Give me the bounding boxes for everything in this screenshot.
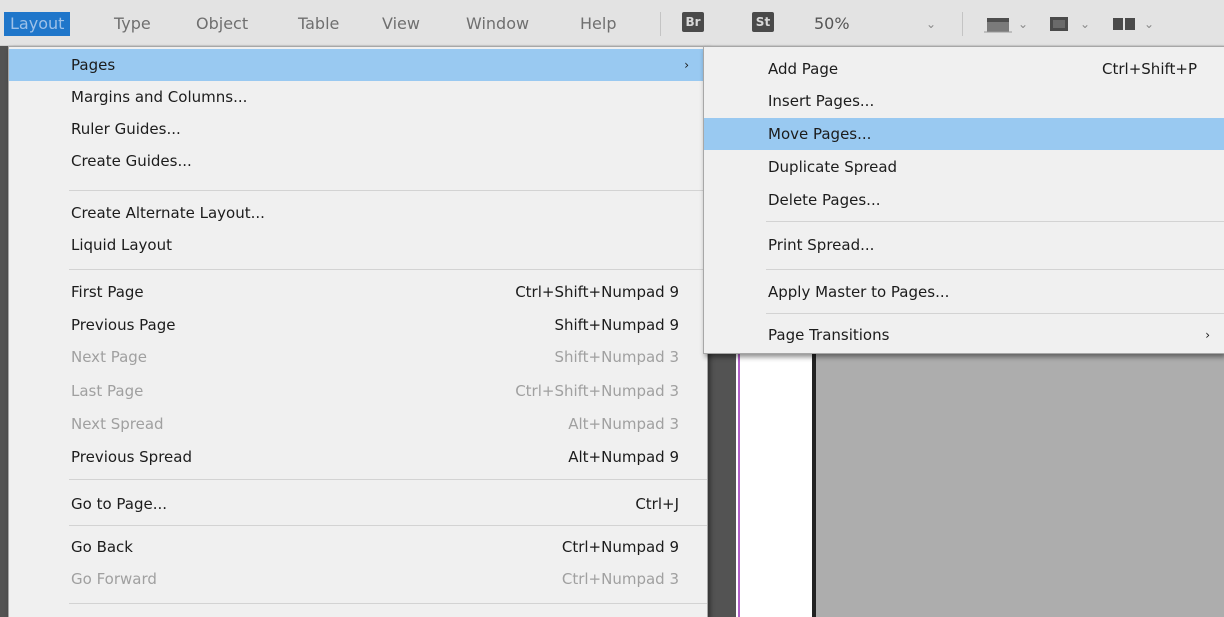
menu-divider [766, 221, 1224, 222]
menu-item-label: Next Page [71, 348, 148, 366]
menu-item-label: Go to Page... [71, 495, 168, 513]
menu-item-label: Last Page [71, 382, 144, 400]
menu-item-first-page[interactable]: First Page Ctrl+Shift+Numpad 9 [9, 276, 707, 308]
menu-item-go-to-page[interactable]: Go to Page... Ctrl+J [9, 488, 707, 520]
menu-item-shortcut: Ctrl+Shift+Numpad 9 [515, 283, 679, 301]
chevron-down-icon[interactable]: ⌄ [1018, 12, 1028, 36]
menu-item-label: Ruler Guides... [71, 120, 181, 138]
menu-item-label: Duplicate Spread [768, 158, 898, 176]
chevron-down-icon[interactable]: ⌄ [1080, 12, 1090, 36]
menubar: Layout Type Object Table View Window Hel… [0, 0, 1224, 46]
menu-divider [766, 313, 1224, 314]
menu-item-add-page[interactable]: Add Page Ctrl+Shift+P [704, 53, 1224, 85]
toolbar-separator [660, 12, 661, 36]
menu-item-label: First Page [71, 283, 144, 301]
menu-item-next-spread: Next Spread Alt+Numpad 3 [9, 408, 707, 440]
menu-divider [69, 603, 707, 604]
menu-item-margins-and-columns[interactable]: Margins and Columns... [9, 81, 707, 113]
menu-item-insert-pages[interactable]: Insert Pages... [704, 85, 1224, 117]
menu-item-pages[interactable]: Pages › [9, 49, 707, 81]
margin-guide [738, 350, 740, 617]
menu-item-delete-pages[interactable]: Delete Pages... [704, 184, 1224, 216]
menu-type[interactable]: Type [108, 12, 157, 36]
menu-item-shortcut: Ctrl+J [635, 495, 679, 513]
toolbar-separator [962, 12, 963, 36]
menu-item-create-guides[interactable]: Create Guides... [9, 145, 707, 177]
menu-divider [69, 525, 707, 526]
menu-item-label: Liquid Layout [71, 236, 173, 254]
layout-menu: Pages › Margins and Columns... Ruler Gui… [8, 46, 708, 617]
menu-view[interactable]: View [376, 12, 426, 36]
menu-item-shortcut: Alt+Numpad 3 [568, 415, 679, 433]
menu-item-go-back[interactable]: Go Back Ctrl+Numpad 9 [9, 531, 707, 563]
submenu-arrow-icon: › [1205, 328, 1210, 342]
pages-submenu: Add Page Ctrl+Shift+P Insert Pages... Mo… [703, 46, 1224, 354]
menu-item-label: Go Back [71, 538, 133, 556]
menu-item-previous-spread[interactable]: Previous Spread Alt+Numpad 9 [9, 441, 707, 473]
pasteboard[interactable] [816, 350, 1224, 617]
menu-item-label: Next Spread [71, 415, 164, 433]
menu-item-label: Print Spread... [768, 236, 875, 254]
menu-item-label: Page Transitions [768, 326, 890, 344]
menu-item-shortcut: Ctrl+Shift+Numpad 3 [515, 382, 679, 400]
menu-item-shortcut: Ctrl+Numpad 9 [561, 538, 679, 556]
menu-item-last-page: Last Page Ctrl+Shift+Numpad 3 [9, 375, 707, 407]
menu-item-label: Pages [71, 56, 116, 74]
screen-mode-icon[interactable] [1046, 14, 1072, 34]
menu-item-label: Insert Pages... [768, 92, 875, 110]
view-options-icon[interactable] [984, 14, 1012, 34]
menu-item-previous-page[interactable]: Previous Page Shift+Numpad 9 [9, 309, 707, 341]
menu-item-go-forward: Go Forward Ctrl+Numpad 3 [9, 563, 707, 595]
menu-divider [69, 479, 707, 480]
submenu-arrow-icon: › [684, 58, 689, 72]
menu-item-label: Add Page [768, 60, 839, 78]
menu-item-label: Create Alternate Layout... [71, 204, 265, 222]
menu-window[interactable]: Window [460, 12, 535, 36]
menu-item-label: Previous Spread [71, 448, 192, 466]
menu-help[interactable]: Help [574, 12, 622, 36]
menu-item-page-transitions[interactable]: Page Transitions › [704, 319, 1224, 351]
chevron-down-icon[interactable]: ⌄ [1144, 12, 1154, 36]
bridge-button[interactable]: Br [682, 12, 704, 32]
menu-item-label: Create Guides... [71, 152, 192, 170]
stock-button[interactable]: St [752, 12, 774, 32]
menu-item-liquid-layout[interactable]: Liquid Layout [9, 229, 707, 261]
menu-item-label: Delete Pages... [768, 191, 881, 209]
arrange-documents-icon[interactable] [1110, 14, 1138, 34]
menu-item-label: Apply Master to Pages... [768, 283, 950, 301]
menu-item-shortcut: Shift+Numpad 3 [554, 348, 679, 366]
menu-item-shortcut: Ctrl+Shift+P [1102, 60, 1197, 78]
menu-item-label: Move Pages... [768, 125, 872, 143]
menu-item-duplicate-spread[interactable]: Duplicate Spread [704, 151, 1224, 183]
chevron-down-icon[interactable]: ⌄ [926, 12, 936, 36]
menu-divider [69, 269, 707, 270]
menu-divider [766, 269, 1224, 270]
menu-item-label: Go Forward [71, 570, 157, 588]
zoom-level[interactable]: 50% [814, 12, 850, 36]
menu-item-label: Margins and Columns... [71, 88, 248, 106]
menu-item-move-pages[interactable]: Move Pages... [704, 118, 1224, 150]
menu-layout[interactable]: Layout [4, 12, 71, 36]
menu-item-next-page: Next Page Shift+Numpad 3 [9, 341, 707, 373]
document-page[interactable] [736, 350, 812, 617]
menu-item-print-spread[interactable]: Print Spread... [704, 229, 1224, 261]
menu-table[interactable]: Table [292, 12, 345, 36]
menu-object[interactable]: Object [190, 12, 254, 36]
menu-item-apply-master-to-pages[interactable]: Apply Master to Pages... [704, 276, 1224, 308]
menu-item-label: Previous Page [71, 316, 176, 334]
menu-item-ruler-guides[interactable]: Ruler Guides... [9, 113, 707, 145]
menu-item-shortcut: Alt+Numpad 9 [568, 448, 679, 466]
menu-divider [69, 190, 707, 191]
menu-item-create-alternate-layout[interactable]: Create Alternate Layout... [9, 197, 707, 229]
menu-item-shortcut: Ctrl+Numpad 3 [561, 570, 679, 588]
menu-item-shortcut: Shift+Numpad 9 [554, 316, 679, 334]
